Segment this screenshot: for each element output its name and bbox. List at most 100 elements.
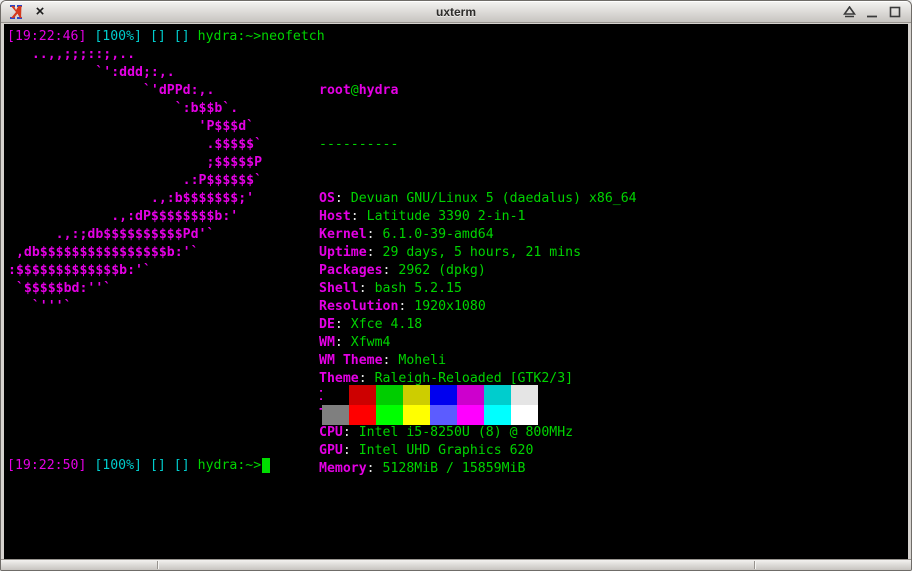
info-value: Raleigh-Reloaded [GTK2/3] <box>367 371 573 386</box>
info-row: Kernel: 6.1.0-39-amd64 <box>319 226 637 244</box>
prompt-line-2: [19:22:50] [100%] [] [] hydra:~> <box>7 457 270 475</box>
prompt-line-1: [19:22:46] [100%] [] [] hydra:~>neofetch <box>7 28 325 46</box>
info-row: OS: Devuan GNU/Linux 5 (daedalus) x86_64 <box>319 190 637 208</box>
info-colon: : <box>359 281 367 296</box>
palette-swatch <box>484 405 511 425</box>
info-row: Shell: bash 5.2.15 <box>319 280 637 298</box>
info-row: GPU: Intel UHD Graphics 620 <box>319 442 637 460</box>
prompt-segment: neofetch <box>261 29 325 44</box>
info-label: Packages <box>319 263 383 278</box>
info-value: 1920x1080 <box>406 299 485 314</box>
info-row: Uptime: 29 days, 5 hours, 21 mins <box>319 244 637 262</box>
window-title: uxterm <box>1 5 911 19</box>
minimize-icon <box>866 6 878 18</box>
terminal-screen[interactable]: [19:22:46] [100%] [] [] hydra:~>neofetch… <box>4 24 908 559</box>
prompt-segment: [] <box>150 458 166 473</box>
info-value: 6.1.0-39-amd64 <box>375 227 494 242</box>
info-value: Xfce 4.18 <box>343 317 422 332</box>
info-label: GPU <box>319 443 343 458</box>
prompt-segment: [100%] <box>94 29 142 44</box>
info-row: DE: Xfce 4.18 <box>319 316 637 334</box>
info-value: Latitude 3390 2-in-1 <box>359 209 526 224</box>
prompt-segment <box>166 29 174 44</box>
palette-swatch <box>457 405 484 425</box>
palette-swatch <box>376 385 403 405</box>
info-value: bash 5.2.15 <box>367 281 462 296</box>
info-row: Host: Latitude 3390 2-in-1 <box>319 208 637 226</box>
info-colon: : <box>367 227 375 242</box>
close-button[interactable]: × <box>32 4 48 20</box>
prompt-segment <box>190 29 198 44</box>
info-label: DE <box>319 317 335 332</box>
prompt-segment <box>142 458 150 473</box>
info-colon: : <box>367 461 375 476</box>
info-label: Host <box>319 209 351 224</box>
info-value: Xfwm4 <box>343 335 391 350</box>
color-palette <box>322 385 538 425</box>
prompt-segment: [] <box>174 29 190 44</box>
maximize-icon <box>889 6 901 18</box>
info-label: WM Theme <box>319 353 383 368</box>
resize-handle-left[interactable] <box>157 561 158 569</box>
info-row: Resolution: 1920x1080 <box>319 298 637 316</box>
info-colon: : <box>359 371 367 386</box>
neofetch-user: root <box>319 83 351 98</box>
palette-swatch <box>457 385 484 405</box>
info-value: Intel i5-8250U (8) @ 800MHz <box>351 425 573 440</box>
palette-swatch <box>349 405 376 425</box>
palette-swatch <box>403 385 430 405</box>
palette-swatch <box>511 385 538 405</box>
minimize-button[interactable] <box>865 5 879 19</box>
info-label: Uptime <box>319 245 367 260</box>
info-row: CPU: Intel i5-8250U (8) @ 800MHz <box>319 424 637 442</box>
titlebar[interactable]: × uxterm <box>1 1 911 23</box>
neofetch-at: @ <box>351 83 359 98</box>
prompt-segment: hydra:~> <box>198 29 262 44</box>
palette-swatch <box>376 405 403 425</box>
info-row: WM Theme: Moheli <box>319 352 637 370</box>
palette-swatch <box>430 385 457 405</box>
neofetch-rows: OS: Devuan GNU/Linux 5 (daedalus) x86_64… <box>319 190 637 478</box>
maximize-button[interactable] <box>888 5 902 19</box>
shade-icon <box>843 6 856 18</box>
prompt-segment: hydra:~> <box>198 458 262 473</box>
info-label: Resolution <box>319 299 398 314</box>
palette-swatch <box>349 385 376 405</box>
prompt-segment <box>142 29 150 44</box>
palette-swatch <box>322 385 349 405</box>
shade-button[interactable] <box>842 5 856 19</box>
prompt-segment: [100%] <box>94 458 142 473</box>
neofetch-underline: ---------- <box>319 136 637 154</box>
info-colon: : <box>351 209 359 224</box>
info-label: Kernel <box>319 227 367 242</box>
info-colon: : <box>343 443 351 458</box>
palette-swatch <box>322 405 349 425</box>
info-row: Memory: 5128MiB / 15859MiB <box>319 460 637 478</box>
info-value: 2962 (dpkg) <box>390 263 485 278</box>
devuan-ascii-logo: ..,,;;;::;,.. `':ddd;:,. `'dPPd:,. `:b$$… <box>8 46 262 316</box>
resize-handle-right[interactable] <box>754 561 755 569</box>
info-row: Packages: 2962 (dpkg) <box>319 262 637 280</box>
info-label: CPU <box>319 425 343 440</box>
palette-swatch <box>484 385 511 405</box>
info-colon: : <box>343 425 351 440</box>
info-value: Moheli <box>390 353 446 368</box>
info-label: Shell <box>319 281 359 296</box>
prompt-segment: [19:22:50] <box>7 458 86 473</box>
prompt-segment: [] <box>150 29 166 44</box>
info-value: 29 days, 5 hours, 21 mins <box>375 245 581 260</box>
xterm-icon <box>8 4 24 20</box>
palette-row <box>322 405 538 425</box>
prompt-segment <box>190 458 198 473</box>
uxterm-window: × uxterm [19:22:46] [100%] [] <box>0 0 912 571</box>
palette-swatch <box>430 405 457 425</box>
prompt-segment <box>166 458 174 473</box>
info-colon: : <box>335 191 343 206</box>
info-row: WM: Xfwm4 <box>319 334 637 352</box>
info-colon: : <box>335 335 343 350</box>
info-label: Theme <box>319 371 359 386</box>
window-resize-bar[interactable] <box>1 559 911 570</box>
info-label: WM <box>319 335 335 350</box>
info-label: OS <box>319 191 335 206</box>
info-colon: : <box>367 245 375 260</box>
